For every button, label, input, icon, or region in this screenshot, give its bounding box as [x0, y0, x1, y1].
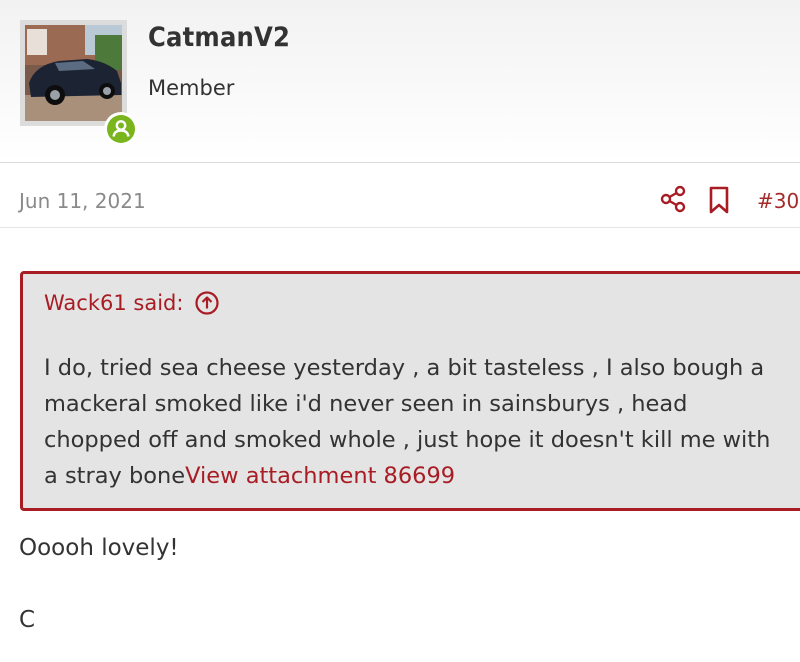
reply-text: Ooooh lovely! — [19, 535, 179, 561]
attachment-link[interactable]: View attachment 86699 — [185, 463, 455, 489]
bookmark-icon[interactable] — [708, 186, 730, 214]
post-number-link[interactable]: #301 — [757, 189, 800, 213]
quote-body: I do, tried sea cheese yesterday , a bit… — [44, 350, 789, 494]
quote-author-link[interactable]: Wack61 said: — [44, 291, 183, 315]
signature: C — [19, 607, 36, 633]
post-meta: Jun 11, 2021 #301 — [0, 163, 800, 228]
avatar[interactable] — [25, 25, 122, 121]
username[interactable]: CatmanV2 — [148, 22, 290, 53]
quote-block: Wack61 said: I do, tried sea cheese yest… — [20, 271, 800, 511]
arrow-up-circle-icon[interactable] — [195, 291, 220, 315]
share-icon[interactable] — [660, 185, 686, 213]
user-title: Member — [148, 76, 235, 100]
online-status-badge — [104, 112, 138, 146]
user-header: CatmanV2 Member — [0, 0, 800, 163]
user-online-icon — [107, 115, 135, 143]
avatar-frame — [20, 20, 138, 146]
post-date[interactable]: Jun 11, 2021 — [19, 189, 146, 213]
quote-header: Wack61 said: — [44, 291, 220, 315]
